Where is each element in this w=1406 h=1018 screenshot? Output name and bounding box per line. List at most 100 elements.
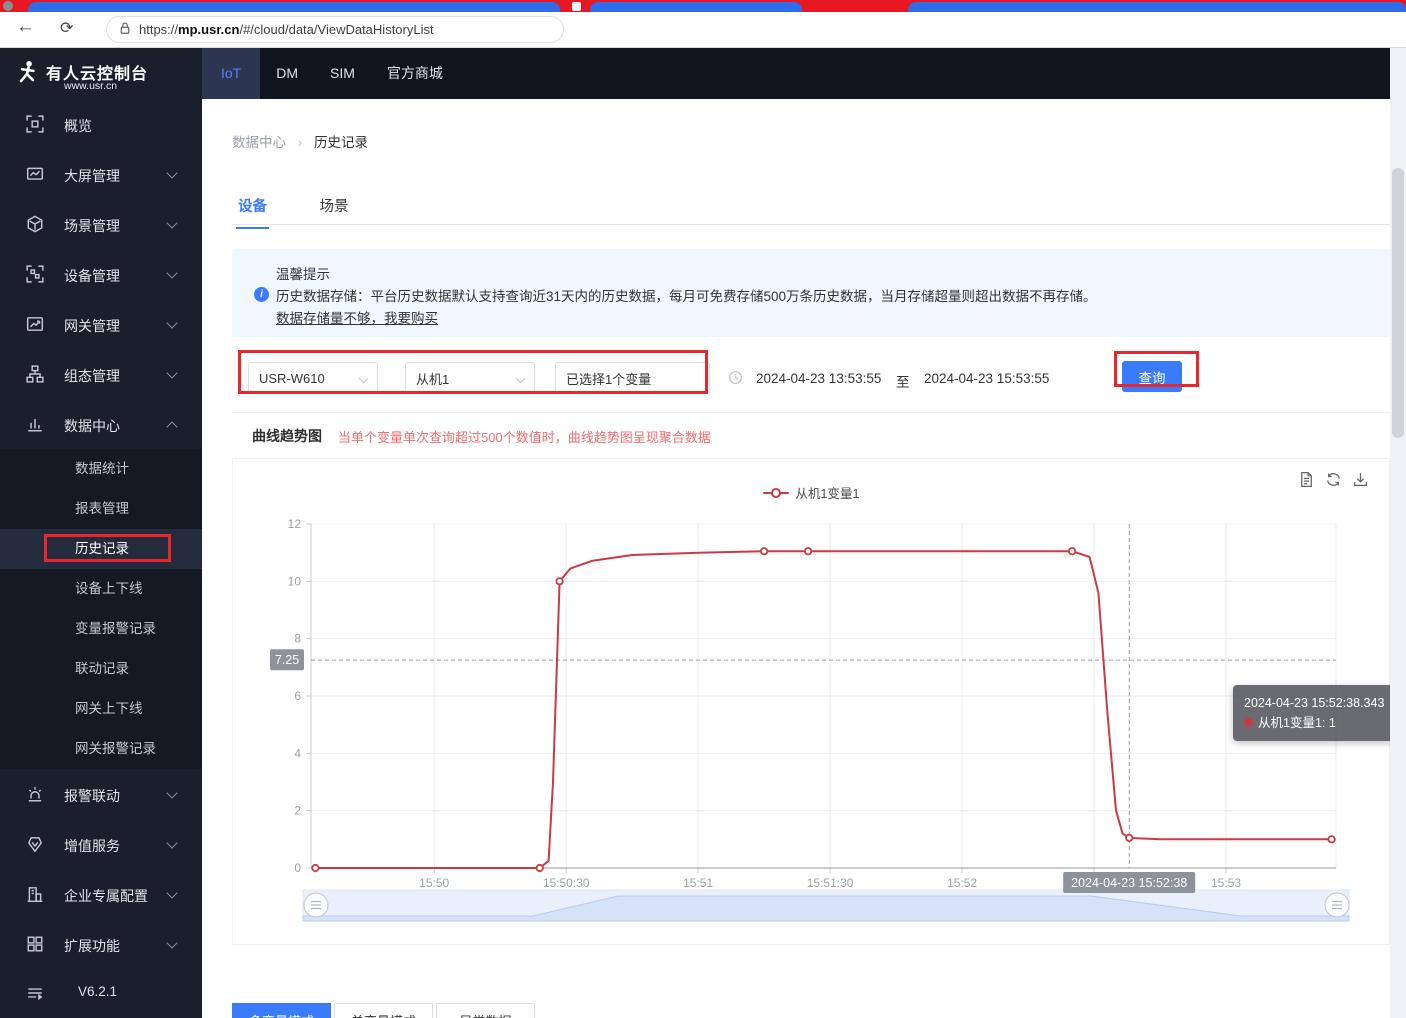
chevron-down-icon: [166, 887, 178, 899]
org-chart-icon: [26, 365, 44, 383]
scene-hexagon-icon: [26, 215, 44, 233]
browser-tab-strip: [0, 0, 1406, 12]
brand-logo-block[interactable]: 有人云控制台 www.usr.cn: [0, 48, 202, 99]
sidebar-subitem-linkage-records[interactable]: 联动记录: [0, 649, 202, 689]
tooltip-time: 2024-04-23 15:52:38.343: [1244, 696, 1385, 710]
notice-banner: i 温馨提示 历史数据存储：平台历史数据默认支持查询近31天内的历史数据，每月可…: [232, 249, 1390, 337]
device-icon: [26, 265, 44, 283]
slave-select[interactable]: 从机1: [405, 362, 535, 394]
svg-text:15:51: 15:51: [683, 876, 713, 890]
breadcrumb-parent[interactable]: 数据中心: [232, 135, 286, 150]
tab-abnormal-data[interactable]: 异常数据: [436, 1003, 535, 1018]
slave-select-value: 从机1: [416, 371, 450, 387]
url-text: https://mp.usr.cn/#/cloud/data/ViewDataH…: [139, 22, 434, 37]
chevron-down-icon: [166, 267, 178, 279]
chevron-down-icon: [358, 373, 369, 384]
svg-text:15:52: 15:52: [947, 876, 977, 890]
sidebar-item-data-center[interactable]: 数据中心: [0, 399, 202, 449]
sidebar-item-value-added[interactable]: 增值服务: [0, 819, 202, 869]
svg-text:2024-04-23 15:52:38: 2024-04-23 15:52:38: [1071, 876, 1187, 890]
browser-tab[interactable]: [590, 2, 802, 12]
avatar[interactable]: [3, 1, 13, 11]
sidebar-subitem-variable-alarm[interactable]: 变量报警记录: [0, 609, 202, 649]
variable-select-input[interactable]: 已选择1个变量: [555, 362, 710, 394]
chevron-up-icon: [166, 421, 178, 433]
chart-legend[interactable]: 从机1变量1: [233, 483, 1389, 502]
usr-person-logo-icon: [15, 59, 41, 92]
version-label: V6.2.1: [78, 984, 118, 999]
device-select[interactable]: USR-W610: [248, 362, 378, 394]
scrollbar-thumb[interactable]: [1392, 168, 1404, 438]
refresh-icon[interactable]: ⟳: [60, 18, 73, 38]
breadcrumb-separator: ›: [297, 135, 303, 150]
breadcrumb: 数据中心 › 历史记录: [232, 131, 368, 151]
divider: [232, 412, 1390, 413]
brand-subtitle: www.usr.cn: [64, 80, 118, 92]
query-button[interactable]: 查询: [1122, 361, 1182, 392]
tab-multi-variable[interactable]: 多变量模式: [232, 1003, 331, 1018]
sidebar-item-device-mgmt[interactable]: 设备管理: [0, 249, 202, 299]
data-center-submenu: 数据统计 报表管理 历史记录 设备上下线 变量报警记录 联动记录 网关上下线 网…: [0, 449, 202, 769]
notice-title: 温馨提示: [276, 267, 330, 282]
chevron-down-icon: [166, 167, 178, 179]
sidebar-item-label: 网关管理: [64, 318, 120, 334]
tab-device[interactable]: 设备: [236, 187, 269, 229]
sidebar-item-label: 数据中心: [64, 418, 120, 434]
data-view-icon[interactable]: [1298, 471, 1315, 493]
browser-tab[interactable]: [908, 2, 1406, 12]
date-start-input[interactable]: 2024-04-23 13:53:55: [756, 371, 881, 386]
tab-scene[interactable]: 场景: [317, 187, 350, 228]
page-icon: [572, 2, 581, 11]
chevron-down-icon: [166, 787, 178, 799]
lock-icon: [119, 21, 131, 38]
nav-tab-dm[interactable]: DM: [260, 48, 314, 99]
svg-text:15:50: 15:50: [419, 876, 449, 890]
sidebar-subitem-gateway-online[interactable]: 网关上下线: [0, 689, 202, 729]
sidebar-subitem-data-stats[interactable]: 数据统计: [0, 449, 202, 489]
date-separator: 至: [896, 375, 910, 390]
sidebar-item-overview[interactable]: 概览: [0, 99, 202, 149]
back-icon[interactable]: ←: [16, 16, 35, 38]
sidebar-item-scene-mgmt[interactable]: 场景管理: [0, 199, 202, 249]
svg-text:15:51:30: 15:51:30: [807, 876, 854, 890]
tab-single-variable[interactable]: 单变量模式: [334, 1003, 433, 1018]
nav-tab-iot[interactable]: IoT: [202, 48, 261, 99]
sidebar-item-scada-mgmt[interactable]: 组态管理: [0, 349, 202, 399]
svg-text:0: 0: [294, 861, 301, 875]
sidebar-item-extensions[interactable]: 扩展功能: [0, 919, 202, 969]
trend-line-chart[interactable]: 0 2 4 6 8 10 12 15:50 15:50:30 15:51 15:51:30 15:52…: [233, 459, 1390, 946]
siren-icon: [26, 785, 44, 803]
nav-tab-sim[interactable]: SIM: [314, 48, 371, 99]
sidebar-subitem-history-records[interactable]: 历史记录: [0, 529, 202, 569]
sidebar-item-label: 组态管理: [64, 368, 120, 384]
sidebar-item-label: 企业专属配置: [64, 888, 148, 904]
version-row: V6.2.1: [0, 969, 202, 1017]
download-icon[interactable]: [1352, 471, 1369, 493]
sidebar-item-label: 报警联动: [64, 788, 120, 804]
legend-line-marker-icon: [762, 487, 789, 498]
chevron-down-icon: [515, 373, 526, 384]
sidebar-item-alarm-linkage[interactable]: 报警联动: [0, 769, 202, 819]
sidebar-subitem-report-mgmt[interactable]: 报表管理: [0, 489, 202, 529]
grid-icon: [26, 935, 44, 953]
sidebar-item-screen-mgmt[interactable]: 大屏管理: [0, 149, 202, 199]
overview-icon: [26, 115, 44, 133]
refresh-icon[interactable]: [1325, 471, 1342, 493]
browser-tab[interactable]: [28, 2, 560, 12]
series-dot-icon: [1244, 718, 1253, 727]
nav-tab-mall[interactable]: 官方商城: [371, 48, 459, 99]
date-end-input[interactable]: 2024-04-23 15:53:55: [924, 371, 1049, 386]
breadcrumb-current: 历史记录: [314, 135, 369, 150]
sidebar-subitem-device-online[interactable]: 设备上下线: [0, 569, 202, 609]
svg-text:8: 8: [294, 632, 301, 646]
info-icon: i: [254, 287, 269, 302]
sidebar-item-enterprise-config[interactable]: 企业专属配置: [0, 869, 202, 919]
sidebar-item-gateway-mgmt[interactable]: 网关管理: [0, 299, 202, 349]
browser-address-bar: ← ⟳ https://mp.usr.cn/#/cloud/data/ViewD…: [0, 12, 1406, 48]
badge-icon: [26, 835, 44, 853]
buy-storage-link[interactable]: 数据存储量不够，我要购买: [276, 307, 438, 327]
page-scrollbar[interactable]: [1390, 48, 1406, 1018]
url-field[interactable]: https://mp.usr.cn/#/cloud/data/ViewDataH…: [106, 16, 564, 43]
bottom-mode-tabs: 多变量模式 单变量模式 异常数据: [232, 1003, 538, 1018]
sidebar-subitem-gateway-alarm[interactable]: 网关报警记录: [0, 729, 202, 769]
